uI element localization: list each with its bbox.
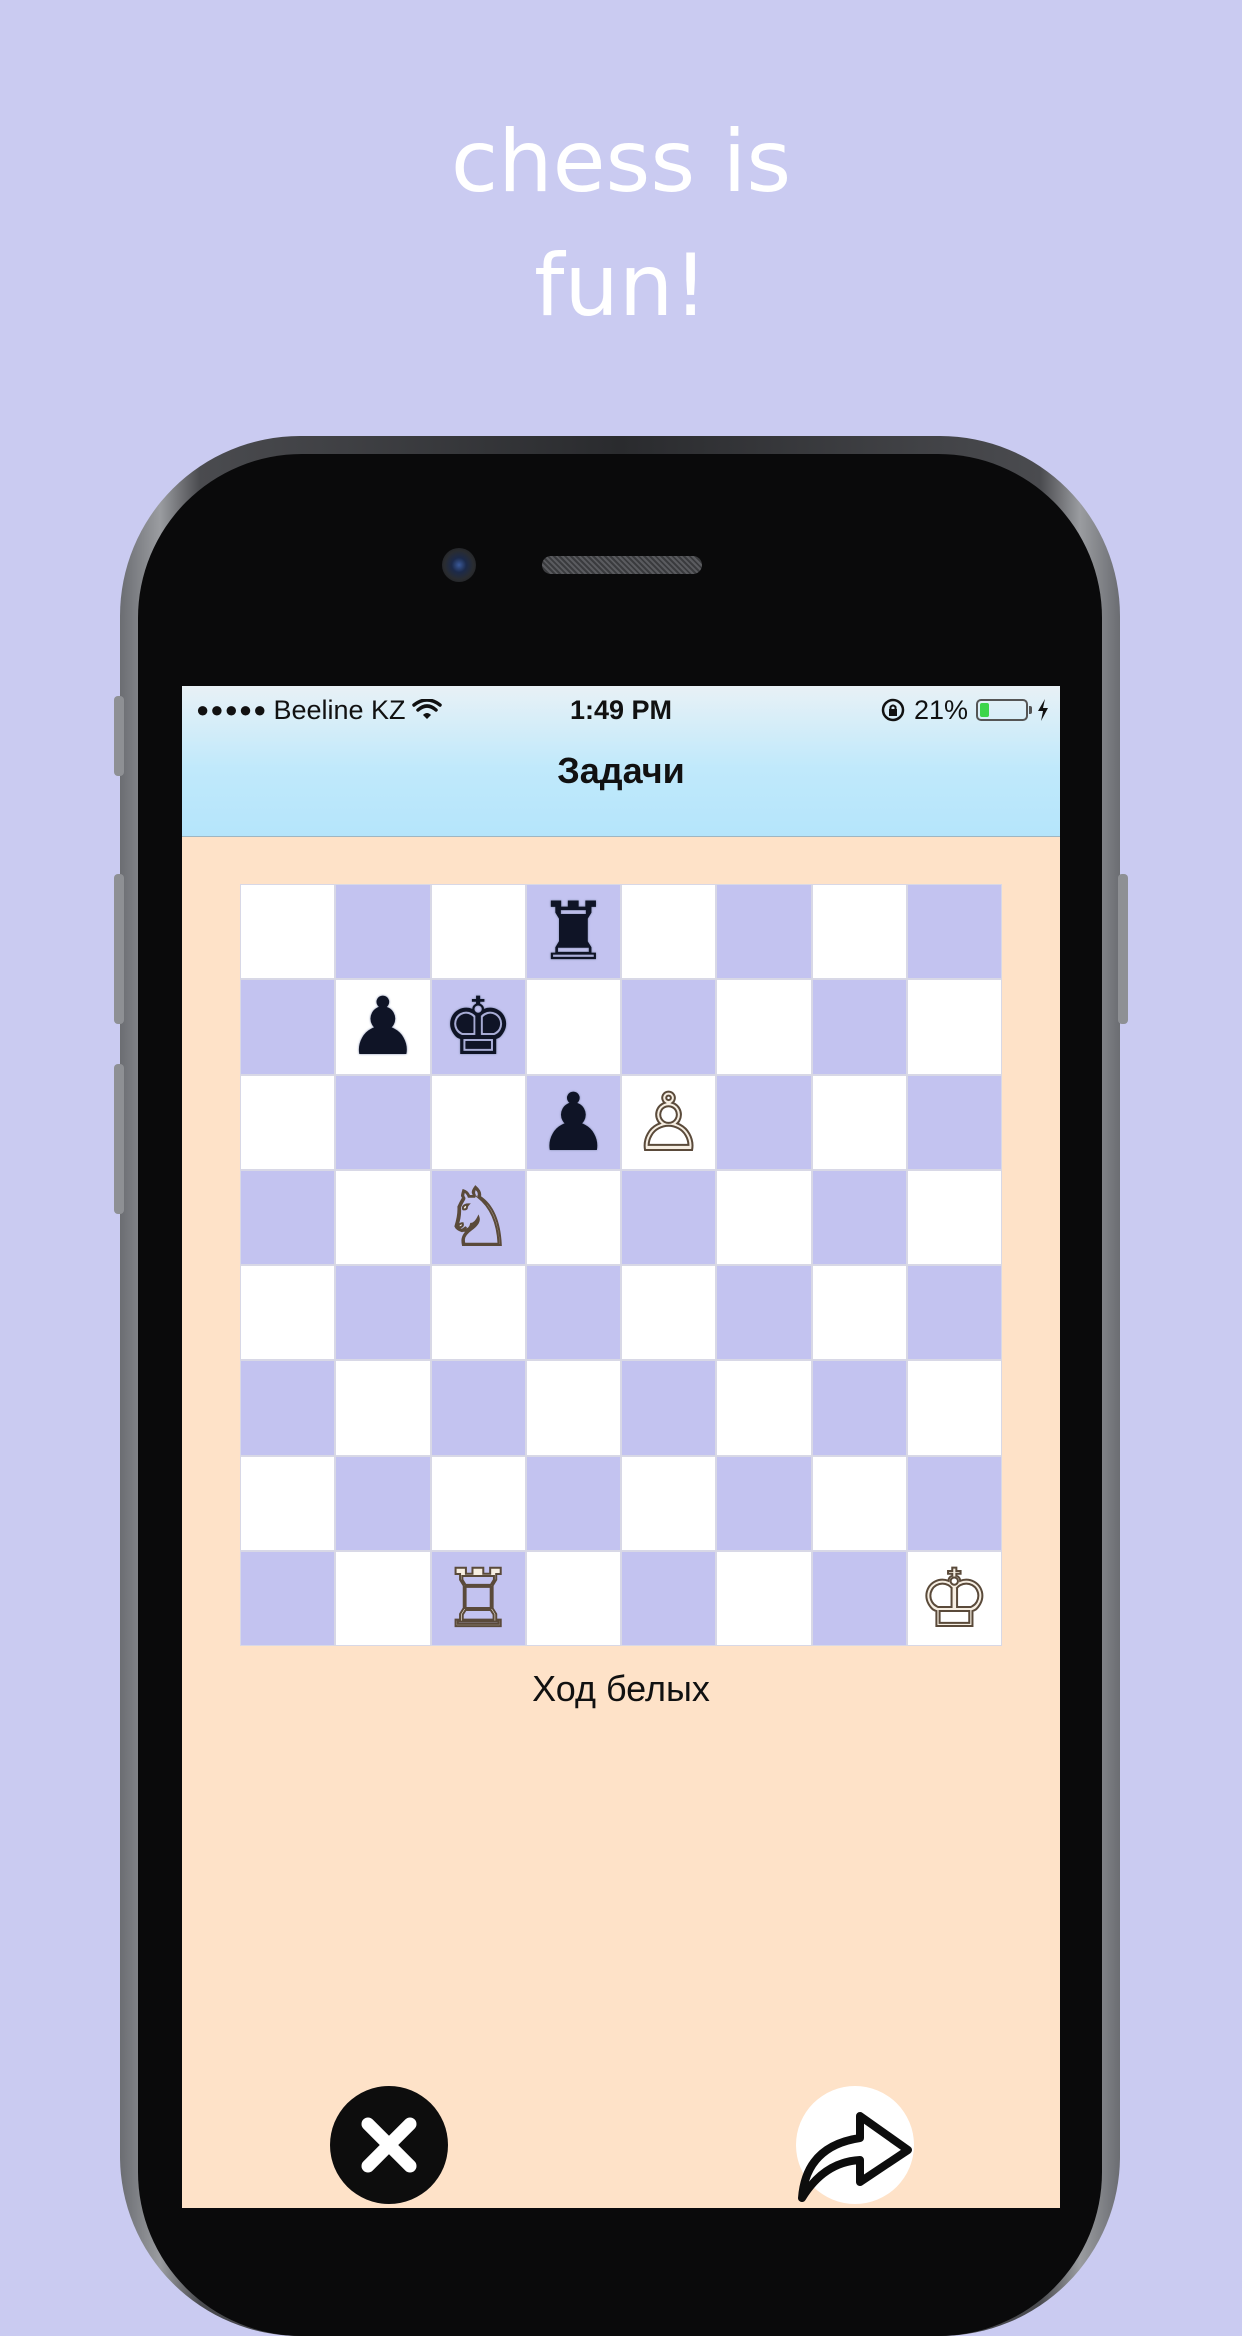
headline-line-1: chess is [450, 112, 792, 212]
square-h4[interactable] [906, 1265, 1002, 1361]
close-icon [361, 2117, 417, 2173]
chess-board[interactable]: ♜ ♟ ♚ ♟ ♙ ♘ ♖ ♔ [240, 884, 1002, 1646]
square-g7[interactable] [811, 979, 907, 1075]
status-right: 21% [880, 686, 1050, 734]
square-f8[interactable] [716, 884, 812, 980]
share-button[interactable] [796, 2086, 914, 2204]
black-pawn-piece[interactable]: ♟ [538, 1075, 610, 1170]
square-g5[interactable] [811, 1169, 907, 1265]
square-a5[interactable] [240, 1169, 336, 1265]
square-e4[interactable] [621, 1265, 717, 1361]
square-a4[interactable] [240, 1265, 336, 1361]
square-d5[interactable] [525, 1169, 621, 1265]
square-b3[interactable] [335, 1360, 431, 1456]
square-e1[interactable] [621, 1550, 717, 1646]
square-g1[interactable] [811, 1550, 907, 1646]
white-pawn-piece[interactable]: ♙ [632, 1075, 706, 1170]
square-f5[interactable] [716, 1169, 812, 1265]
square-c5[interactable]: ♘ [430, 1169, 526, 1265]
square-h2[interactable] [906, 1455, 1002, 1551]
square-c4[interactable] [430, 1265, 526, 1361]
square-b7[interactable]: ♟ [335, 979, 431, 1075]
square-e8[interactable] [621, 884, 717, 980]
white-knight-piece[interactable]: ♘ [441, 1170, 515, 1265]
square-b2[interactable] [335, 1455, 431, 1551]
close-button[interactable] [330, 2086, 448, 2204]
square-c3[interactable] [430, 1360, 526, 1456]
square-a6[interactable] [240, 1074, 336, 1170]
square-b8[interactable] [335, 884, 431, 980]
square-g2[interactable] [811, 1455, 907, 1551]
square-f4[interactable] [716, 1265, 812, 1361]
square-d2[interactable] [525, 1455, 621, 1551]
square-h3[interactable] [906, 1360, 1002, 1456]
black-rook-piece[interactable]: ♜ [538, 884, 610, 979]
square-b6[interactable] [335, 1074, 431, 1170]
square-b5[interactable] [335, 1169, 431, 1265]
power-button [1118, 874, 1128, 1024]
status-bar: ●●●●● Beeline KZ 1:49 PM 21% [182, 686, 1060, 734]
square-d8[interactable]: ♜ [525, 884, 621, 980]
mute-switch [114, 696, 124, 776]
orientation-lock-icon [881, 698, 905, 722]
square-h7[interactable] [906, 979, 1002, 1075]
square-a2[interactable] [240, 1455, 336, 1551]
square-a3[interactable] [240, 1360, 336, 1456]
square-f2[interactable] [716, 1455, 812, 1551]
square-f7[interactable] [716, 979, 812, 1075]
black-king-piece[interactable]: ♚ [442, 979, 514, 1074]
square-e7[interactable] [621, 979, 717, 1075]
battery-fill [980, 703, 989, 717]
white-rook-piece[interactable]: ♖ [441, 1551, 515, 1646]
square-b4[interactable] [335, 1265, 431, 1361]
navigation-bar: ●●●●● Beeline KZ 1:49 PM 21% Задачи [182, 686, 1060, 837]
square-e3[interactable] [621, 1360, 717, 1456]
square-a1[interactable] [240, 1550, 336, 1646]
square-c2[interactable] [430, 1455, 526, 1551]
square-g3[interactable] [811, 1360, 907, 1456]
square-c7[interactable]: ♚ [430, 979, 526, 1075]
square-b1[interactable] [335, 1550, 431, 1646]
square-c8[interactable] [430, 884, 526, 980]
square-a8[interactable] [240, 884, 336, 980]
square-e2[interactable] [621, 1455, 717, 1551]
square-d1[interactable] [525, 1550, 621, 1646]
battery-icon [976, 699, 1032, 721]
square-e6[interactable]: ♙ [621, 1074, 717, 1170]
square-f3[interactable] [716, 1360, 812, 1456]
square-d4[interactable] [525, 1265, 621, 1361]
battery-percent: 21% [913, 695, 968, 725]
volume-down-button [114, 1064, 124, 1214]
square-h8[interactable] [906, 884, 1002, 980]
earpiece-speaker [542, 556, 702, 574]
phone-screen: ●●●●● Beeline KZ 1:49 PM 21% Задачи ♜ ♟ … [182, 686, 1060, 2208]
charging-bolt-icon [1038, 699, 1048, 721]
square-g8[interactable] [811, 884, 907, 980]
square-h6[interactable] [906, 1074, 1002, 1170]
share-arrow-icon [798, 2112, 912, 2202]
square-g6[interactable] [811, 1074, 907, 1170]
square-h1[interactable]: ♔ [906, 1550, 1002, 1646]
black-pawn-piece[interactable]: ♟ [347, 979, 419, 1074]
square-d6[interactable]: ♟ [525, 1074, 621, 1170]
square-d7[interactable] [525, 979, 621, 1075]
square-f6[interactable] [716, 1074, 812, 1170]
square-g4[interactable] [811, 1265, 907, 1361]
square-h5[interactable] [906, 1169, 1002, 1265]
square-e5[interactable] [621, 1169, 717, 1265]
page-title: Задачи [557, 750, 685, 791]
turn-indicator: Ход белых [532, 1668, 710, 1709]
square-c1[interactable]: ♖ [430, 1550, 526, 1646]
front-camera [442, 548, 476, 582]
volume-up-button [114, 874, 124, 1024]
square-c6[interactable] [430, 1074, 526, 1170]
headline: chess is fun! [0, 100, 1242, 348]
square-d3[interactable] [525, 1360, 621, 1456]
white-king-piece[interactable]: ♔ [918, 1551, 992, 1646]
headline-line-2: fun! [534, 236, 708, 336]
square-a7[interactable] [240, 979, 336, 1075]
square-f1[interactable] [716, 1550, 812, 1646]
